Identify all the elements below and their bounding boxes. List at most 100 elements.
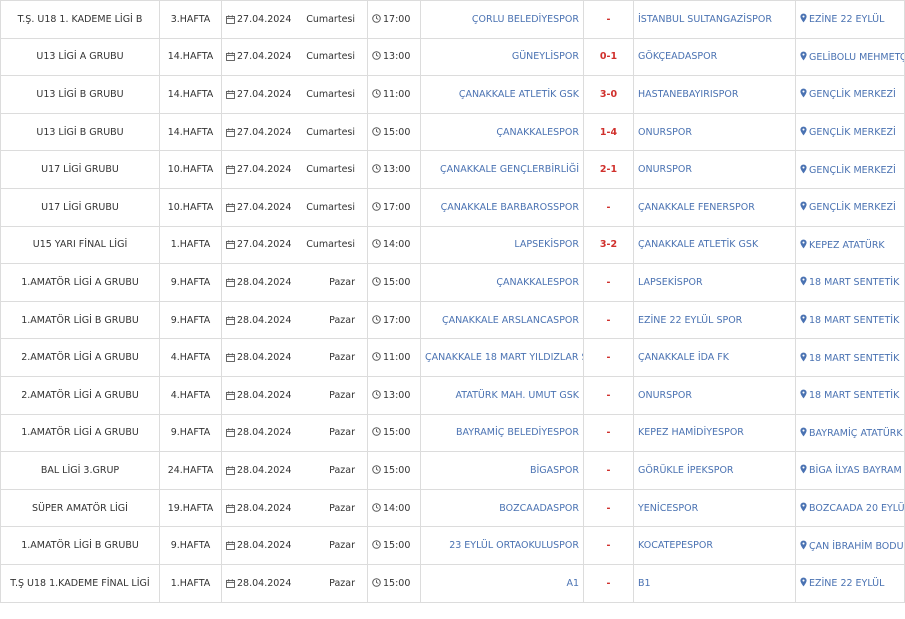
away-team-cell: HASTANEBAYIRISPOR — [633, 75, 796, 114]
time-text: 17:00 — [383, 201, 411, 213]
home-team-link[interactable]: ÇANAKKALESPOR — [496, 127, 579, 138]
home-team-link[interactable]: BİGASPOR — [530, 465, 579, 476]
date-cell: 27.04.2024 Cumartesi — [221, 112, 368, 152]
home-team-link[interactable]: 23 EYLÜL ORTAOKULUSPOR — [449, 540, 579, 551]
home-team-cell: BAYRAMİÇ BELEDİYESPOR — [420, 413, 584, 453]
day-text: Cumartesi — [306, 201, 355, 213]
venue-link[interactable]: GELİBOLU MEHMETÇİK — [809, 52, 904, 63]
home-team-link[interactable]: A1 — [566, 578, 579, 589]
away-team-link[interactable]: KOCATEPESPOR — [638, 540, 713, 551]
venue-link[interactable]: BAYRAMİÇ ATATÜRK — [809, 428, 903, 439]
away-team-link[interactable]: YENİCESPOR — [638, 503, 698, 514]
home-team-link[interactable]: BOZCAADASPOR — [499, 503, 579, 514]
venue-cell: BAYRAMİÇ ATATÜRK — [795, 413, 905, 453]
home-team-link[interactable]: BAYRAMİÇ BELEDİYESPOR — [456, 427, 579, 438]
fixture-row: U13 LİGİ B GRUBU 14.HAFTA 27.04.2024 Cum… — [0, 75, 905, 114]
time-text: 17:00 — [383, 314, 411, 326]
venue-link[interactable]: ÇAN İBRAHİM BODUR — [809, 541, 904, 552]
venue-link[interactable]: BİGA İLYAS BAYRAM — [809, 465, 902, 476]
date-cell: 28.04.2024 Pazar — [221, 263, 368, 302]
time-text: 15:00 — [383, 577, 411, 589]
day-text: Cumartesi — [306, 88, 355, 100]
away-team-link[interactable]: ÇANAKKALE FENERSPOR — [638, 202, 755, 213]
venue-link[interactable]: 18 MART SENTETİK — [809, 390, 899, 401]
venue-link[interactable]: GENÇLİK MERKEZİ — [809, 127, 896, 138]
map-marker-icon — [800, 540, 807, 549]
day-text: Pazar — [329, 577, 355, 589]
away-team-link[interactable]: ONURSPOR — [638, 164, 692, 175]
fixture-row: U17 LİGİ GRUBU 10.HAFTA 27.04.2024 Cumar… — [0, 150, 905, 189]
time-cell: 15:00 — [367, 526, 421, 565]
home-team-link[interactable]: ÇANAKKALE BARBAROSSPOR — [441, 202, 579, 213]
away-team-link[interactable]: B1 — [638, 578, 651, 589]
time-cell: 14:00 — [367, 225, 421, 265]
home-team-link[interactable]: ÇANAKKALE 18 MART YILDIZLAR SPOR — [425, 352, 583, 363]
map-marker-icon — [800, 89, 807, 98]
home-team-cell: ÇANAKKALESPOR — [420, 112, 584, 152]
date-text: 28.04.2024 — [237, 464, 292, 476]
time-text: 13:00 — [383, 164, 411, 176]
day-text: Pazar — [329, 276, 355, 288]
home-team-cell: BOZCAADASPOR — [420, 488, 584, 528]
league-cell: 1.AMATÖR LİGİ B GRUBU — [0, 300, 160, 340]
away-team-link[interactable]: ÇANAKKALE İDA FK — [638, 352, 729, 363]
score-cell: - — [583, 187, 634, 227]
score-cell: - — [583, 338, 634, 377]
calendar-icon — [226, 52, 235, 62]
calendar-icon — [226, 391, 235, 400]
week-cell: 4.HAFTA — [159, 338, 222, 377]
fixture-row: SÜPER AMATÖR LİGİ 19.HAFTA 28.04.2024 Pa… — [0, 488, 905, 528]
venue-cell: EZİNE 22 EYLÜL — [795, 563, 905, 603]
away-team-link[interactable]: ONURSPOR — [638, 127, 692, 138]
week-cell: 14.HAFTA — [159, 112, 222, 152]
away-team-link[interactable]: LAPSEKİSPOR — [638, 277, 703, 288]
home-team-link[interactable]: GÜNEYLİSPOR — [512, 51, 579, 62]
day-text: Cumartesi — [306, 13, 355, 25]
fixture-row: U13 LİGİ B GRUBU 14.HAFTA 27.04.2024 Cum… — [0, 112, 905, 152]
venue-link[interactable]: 18 MART SENTETİK — [809, 315, 899, 326]
venue-link[interactable]: GENÇLİK MERKEZİ — [809, 89, 896, 100]
away-team-link[interactable]: İSTANBUL SULTANGAZİSPOR — [638, 14, 772, 25]
map-marker-icon — [800, 314, 807, 324]
venue-cell: EZİNE 22 EYLÜL — [795, 0, 905, 39]
clock-icon — [372, 126, 381, 136]
home-team-cell: ÇANAKKALESPOR — [420, 263, 584, 302]
away-team-link[interactable]: ONURSPOR — [638, 390, 692, 401]
fixture-row: T.Ş. U18 1. KADEME LİGİ B 3.HAFTA 27.04.… — [0, 0, 905, 39]
venue-link[interactable]: EZİNE 22 EYLÜL — [809, 578, 884, 589]
date-cell: 27.04.2024 Cumartesi — [221, 150, 368, 189]
map-marker-icon — [800, 389, 807, 399]
venue-link[interactable]: KEPEZ ATATÜRK — [809, 240, 885, 251]
home-team-link[interactable]: ÇANAKKALE GENÇLERBİRLİĞİ — [440, 164, 579, 175]
venue-link[interactable]: BOZCAADA 20 EYLÜL — [809, 503, 904, 514]
venue-link[interactable]: EZİNE 22 EYLÜL — [809, 14, 884, 25]
venue-link[interactable]: 18 MART SENTETİK — [809, 353, 899, 364]
home-team-link[interactable]: ÇANAKKALESPOR — [496, 277, 579, 288]
fixture-row: T.Ş U18 1.KADEME FİNAL LİGİ 1.HAFTA 28.0… — [0, 563, 905, 603]
home-team-link[interactable]: LAPSEKİSPOR — [514, 239, 579, 250]
score-cell: - — [583, 451, 634, 490]
venue-link[interactable]: GENÇLİK MERKEZİ — [809, 165, 896, 176]
home-team-link[interactable]: ÇANAKKALE ARSLANCASPOR — [442, 315, 579, 326]
time-cell: 14:00 — [367, 488, 421, 528]
date-text: 27.04.2024 — [237, 239, 292, 251]
time-text: 15:00 — [383, 464, 411, 476]
away-team-link[interactable]: HASTANEBAYIRISPOR — [638, 89, 738, 100]
venue-cell: 18 MART SENTETİK — [795, 263, 905, 302]
league-cell: 1.AMATÖR LİGİ A GRUBU — [0, 263, 160, 302]
date-cell: 28.04.2024 Pazar — [221, 338, 368, 377]
away-team-link[interactable]: GÖKÇEADASPOR — [638, 51, 717, 62]
home-team-link[interactable]: ÇORLU BELEDİYESPOR — [472, 14, 579, 25]
away-team-link[interactable]: GÖRÜKLE İPEKSPOR — [638, 465, 734, 476]
time-cell: 15:00 — [367, 451, 421, 490]
away-team-link[interactable]: KEPEZ HAMİDİYESPOR — [638, 427, 744, 438]
date-text: 27.04.2024 — [237, 164, 292, 176]
home-team-link[interactable]: ATATÜRK MAH. UMUT GSK — [456, 390, 579, 401]
week-cell: 10.HAFTA — [159, 187, 222, 227]
away-team-link[interactable]: ÇANAKKALE ATLETİK GSK — [638, 239, 758, 250]
home-team-link[interactable]: ÇANAKKALE ATLETİK GSK — [459, 89, 579, 100]
away-team-link[interactable]: EZİNE 22 EYLÜL SPOR — [638, 315, 742, 326]
clock-icon — [372, 164, 381, 173]
venue-link[interactable]: GENÇLİK MERKEZİ — [809, 202, 896, 213]
venue-link[interactable]: 18 MART SENTETİK — [809, 277, 899, 288]
